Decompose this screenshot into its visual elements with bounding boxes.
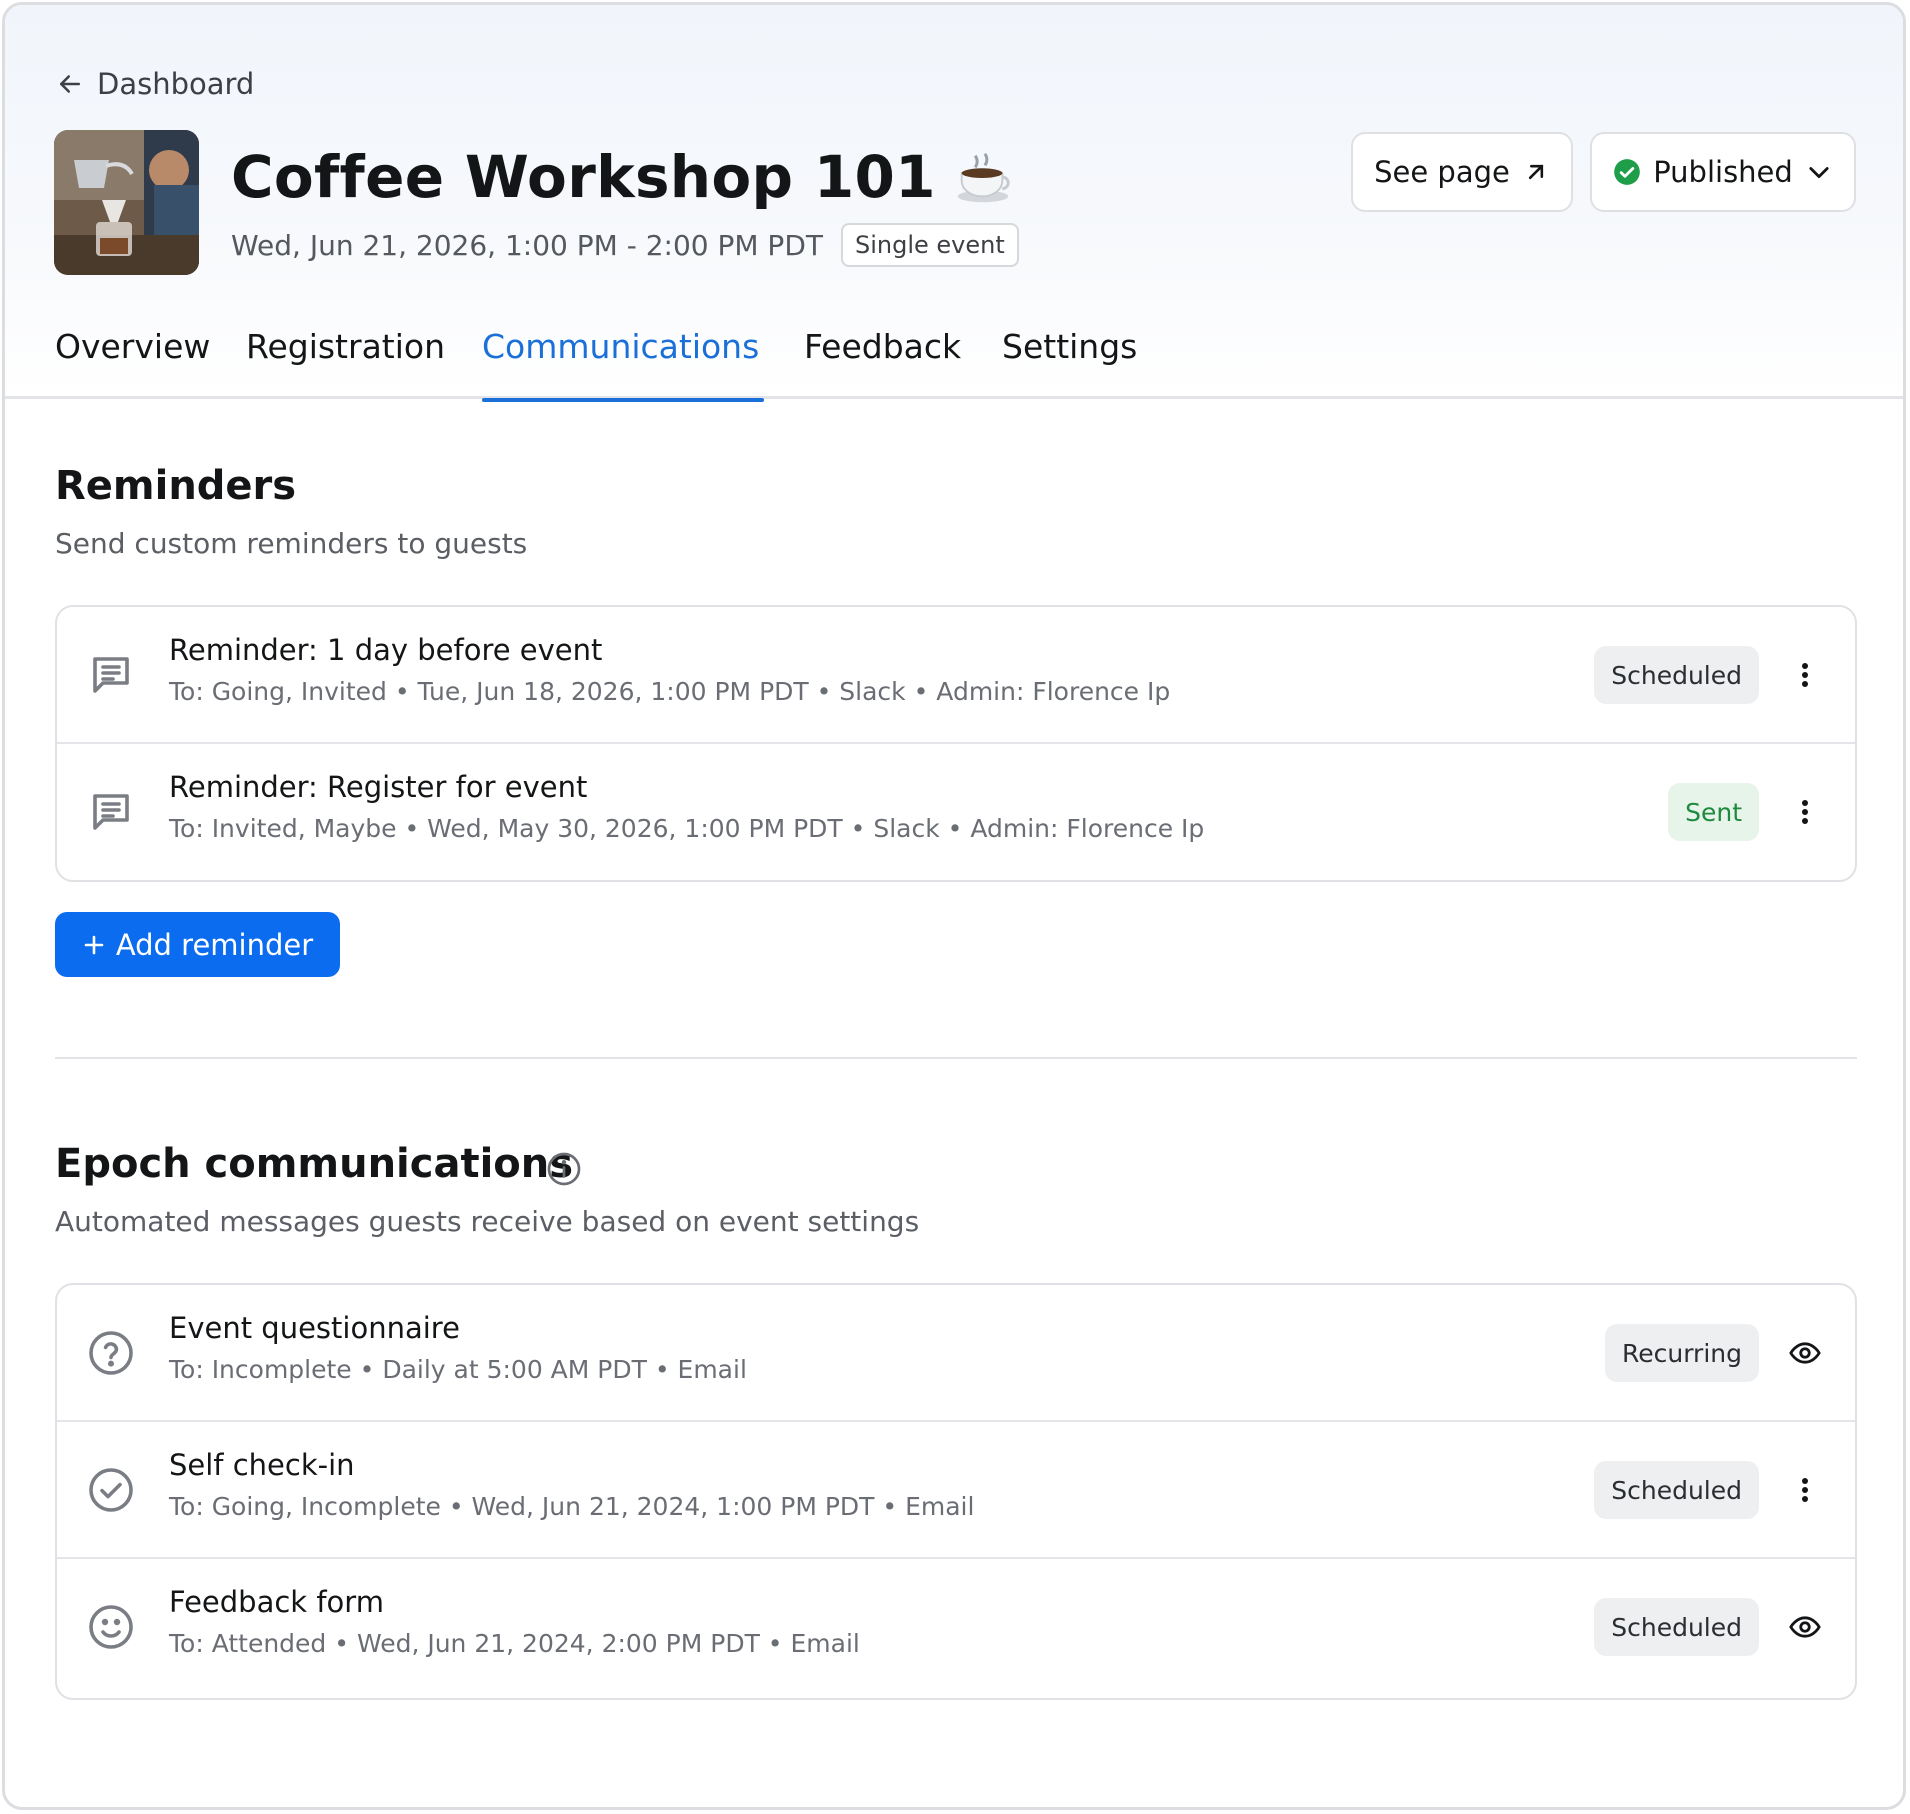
reminders-heading: Reminders bbox=[55, 463, 297, 509]
epoch-heading: Epoch communications bbox=[55, 1141, 574, 1187]
check-circle-filled-icon bbox=[1614, 159, 1641, 185]
status-badge: Scheduled bbox=[1594, 646, 1759, 704]
more-options-button[interactable] bbox=[1785, 792, 1825, 832]
tab-settings[interactable]: Settings bbox=[1002, 327, 1137, 399]
back-to-dashboard-link[interactable]: Dashboard bbox=[55, 67, 254, 101]
check-circle-icon bbox=[89, 1468, 133, 1512]
list-item[interactable]: Feedback form To: Attended • Wed, Jun 21… bbox=[57, 1559, 1855, 1696]
tab-feedback[interactable]: Feedback bbox=[804, 327, 964, 399]
event-type-badge: Single event bbox=[840, 223, 1019, 267]
communication-meta: To: Incomplete • Daily at 5:00 AM PDT • … bbox=[169, 1355, 747, 1384]
event-title-row: Coffee Workshop 101 bbox=[231, 143, 1014, 211]
reminder-meta: To: Going, Invited • Tue, Jun 18, 2026, … bbox=[169, 677, 1171, 706]
list-item[interactable]: Self check-in To: Going, Incomplete • We… bbox=[57, 1422, 1855, 1559]
more-icon bbox=[1802, 800, 1808, 824]
reminder-meta: To: Invited, Maybe • Wed, May 30, 2026, … bbox=[169, 814, 1205, 843]
section-divider bbox=[55, 1057, 1857, 1059]
reminder-title: Reminder: 1 day before event bbox=[169, 633, 603, 667]
more-options-button[interactable] bbox=[1785, 1470, 1825, 1510]
epoch-list: Event questionnaire To: Incomplete • Dai… bbox=[55, 1283, 1857, 1700]
tab-bar: Overview Registration Communications Fee… bbox=[5, 327, 1903, 402]
publish-status-dropdown[interactable]: Published bbox=[1590, 132, 1856, 212]
preview-button[interactable] bbox=[1785, 1607, 1825, 1647]
event-date-row: Wed, Jun 21, 2026, 1:00 PM - 2:00 PM PDT… bbox=[231, 223, 1019, 267]
list-item[interactable]: Event questionnaire To: Incomplete • Dai… bbox=[57, 1285, 1855, 1422]
see-page-button[interactable]: See page bbox=[1351, 132, 1573, 212]
more-icon bbox=[1802, 1478, 1808, 1502]
eye-icon bbox=[1789, 1616, 1821, 1638]
reminders-list: Reminder: 1 day before event To: Going, … bbox=[55, 605, 1857, 882]
back-label: Dashboard bbox=[97, 67, 255, 101]
communication-meta: To: Attended • Wed, Jun 21, 2024, 2:00 P… bbox=[169, 1629, 860, 1658]
add-reminder-button[interactable]: Add reminder bbox=[55, 912, 340, 977]
status-badge: Sent bbox=[1668, 783, 1759, 841]
message-icon bbox=[93, 794, 129, 830]
status-badge: Scheduled bbox=[1594, 1598, 1759, 1656]
communication-title: Event questionnaire bbox=[169, 1311, 460, 1345]
tab-communications[interactable]: Communications bbox=[482, 327, 764, 402]
app-window: Dashboard Coffee Workshop 101 Wed, Jun 2… bbox=[2, 2, 1906, 1810]
eye-icon bbox=[1789, 1342, 1821, 1364]
communication-title: Self check-in bbox=[169, 1448, 355, 1482]
communication-title: Feedback form bbox=[169, 1585, 384, 1619]
list-item[interactable]: Reminder: Register for event To: Invited… bbox=[57, 744, 1855, 880]
external-link-arrow-icon bbox=[1528, 164, 1543, 180]
arrow-left-icon bbox=[60, 75, 80, 93]
see-page-label: See page bbox=[1374, 155, 1510, 189]
reminder-title: Reminder: Register for event bbox=[169, 770, 588, 804]
tab-registration[interactable]: Registration bbox=[246, 327, 445, 399]
plus-icon bbox=[84, 935, 104, 954]
status-badge: Scheduled bbox=[1594, 1461, 1759, 1519]
publish-status-label: Published bbox=[1653, 155, 1793, 189]
more-icon bbox=[1802, 663, 1808, 687]
message-icon bbox=[93, 657, 129, 693]
tab-overview[interactable]: Overview bbox=[55, 327, 210, 399]
event-date: Wed, Jun 21, 2026, 1:00 PM - 2:00 PM PDT bbox=[231, 228, 823, 262]
communication-meta: To: Going, Incomplete • Wed, Jun 21, 202… bbox=[169, 1492, 975, 1521]
question-icon bbox=[89, 1331, 133, 1375]
more-options-button[interactable] bbox=[1785, 655, 1825, 695]
list-item[interactable]: Reminder: 1 day before event To: Going, … bbox=[57, 607, 1855, 744]
info-icon[interactable] bbox=[546, 1151, 582, 1187]
chevron-down-icon bbox=[1809, 167, 1829, 179]
add-reminder-label: Add reminder bbox=[115, 927, 314, 962]
epoch-subtitle: Automated messages guests receive based … bbox=[55, 1205, 920, 1238]
event-thumbnail bbox=[54, 130, 199, 275]
coffee-icon bbox=[957, 152, 1010, 203]
preview-button[interactable] bbox=[1785, 1333, 1825, 1373]
status-badge: Recurring bbox=[1605, 1324, 1759, 1382]
smile-icon bbox=[89, 1605, 133, 1649]
reminders-subtitle: Send custom reminders to guests bbox=[55, 527, 528, 560]
page-title: Coffee Workshop 101 bbox=[231, 143, 936, 211]
